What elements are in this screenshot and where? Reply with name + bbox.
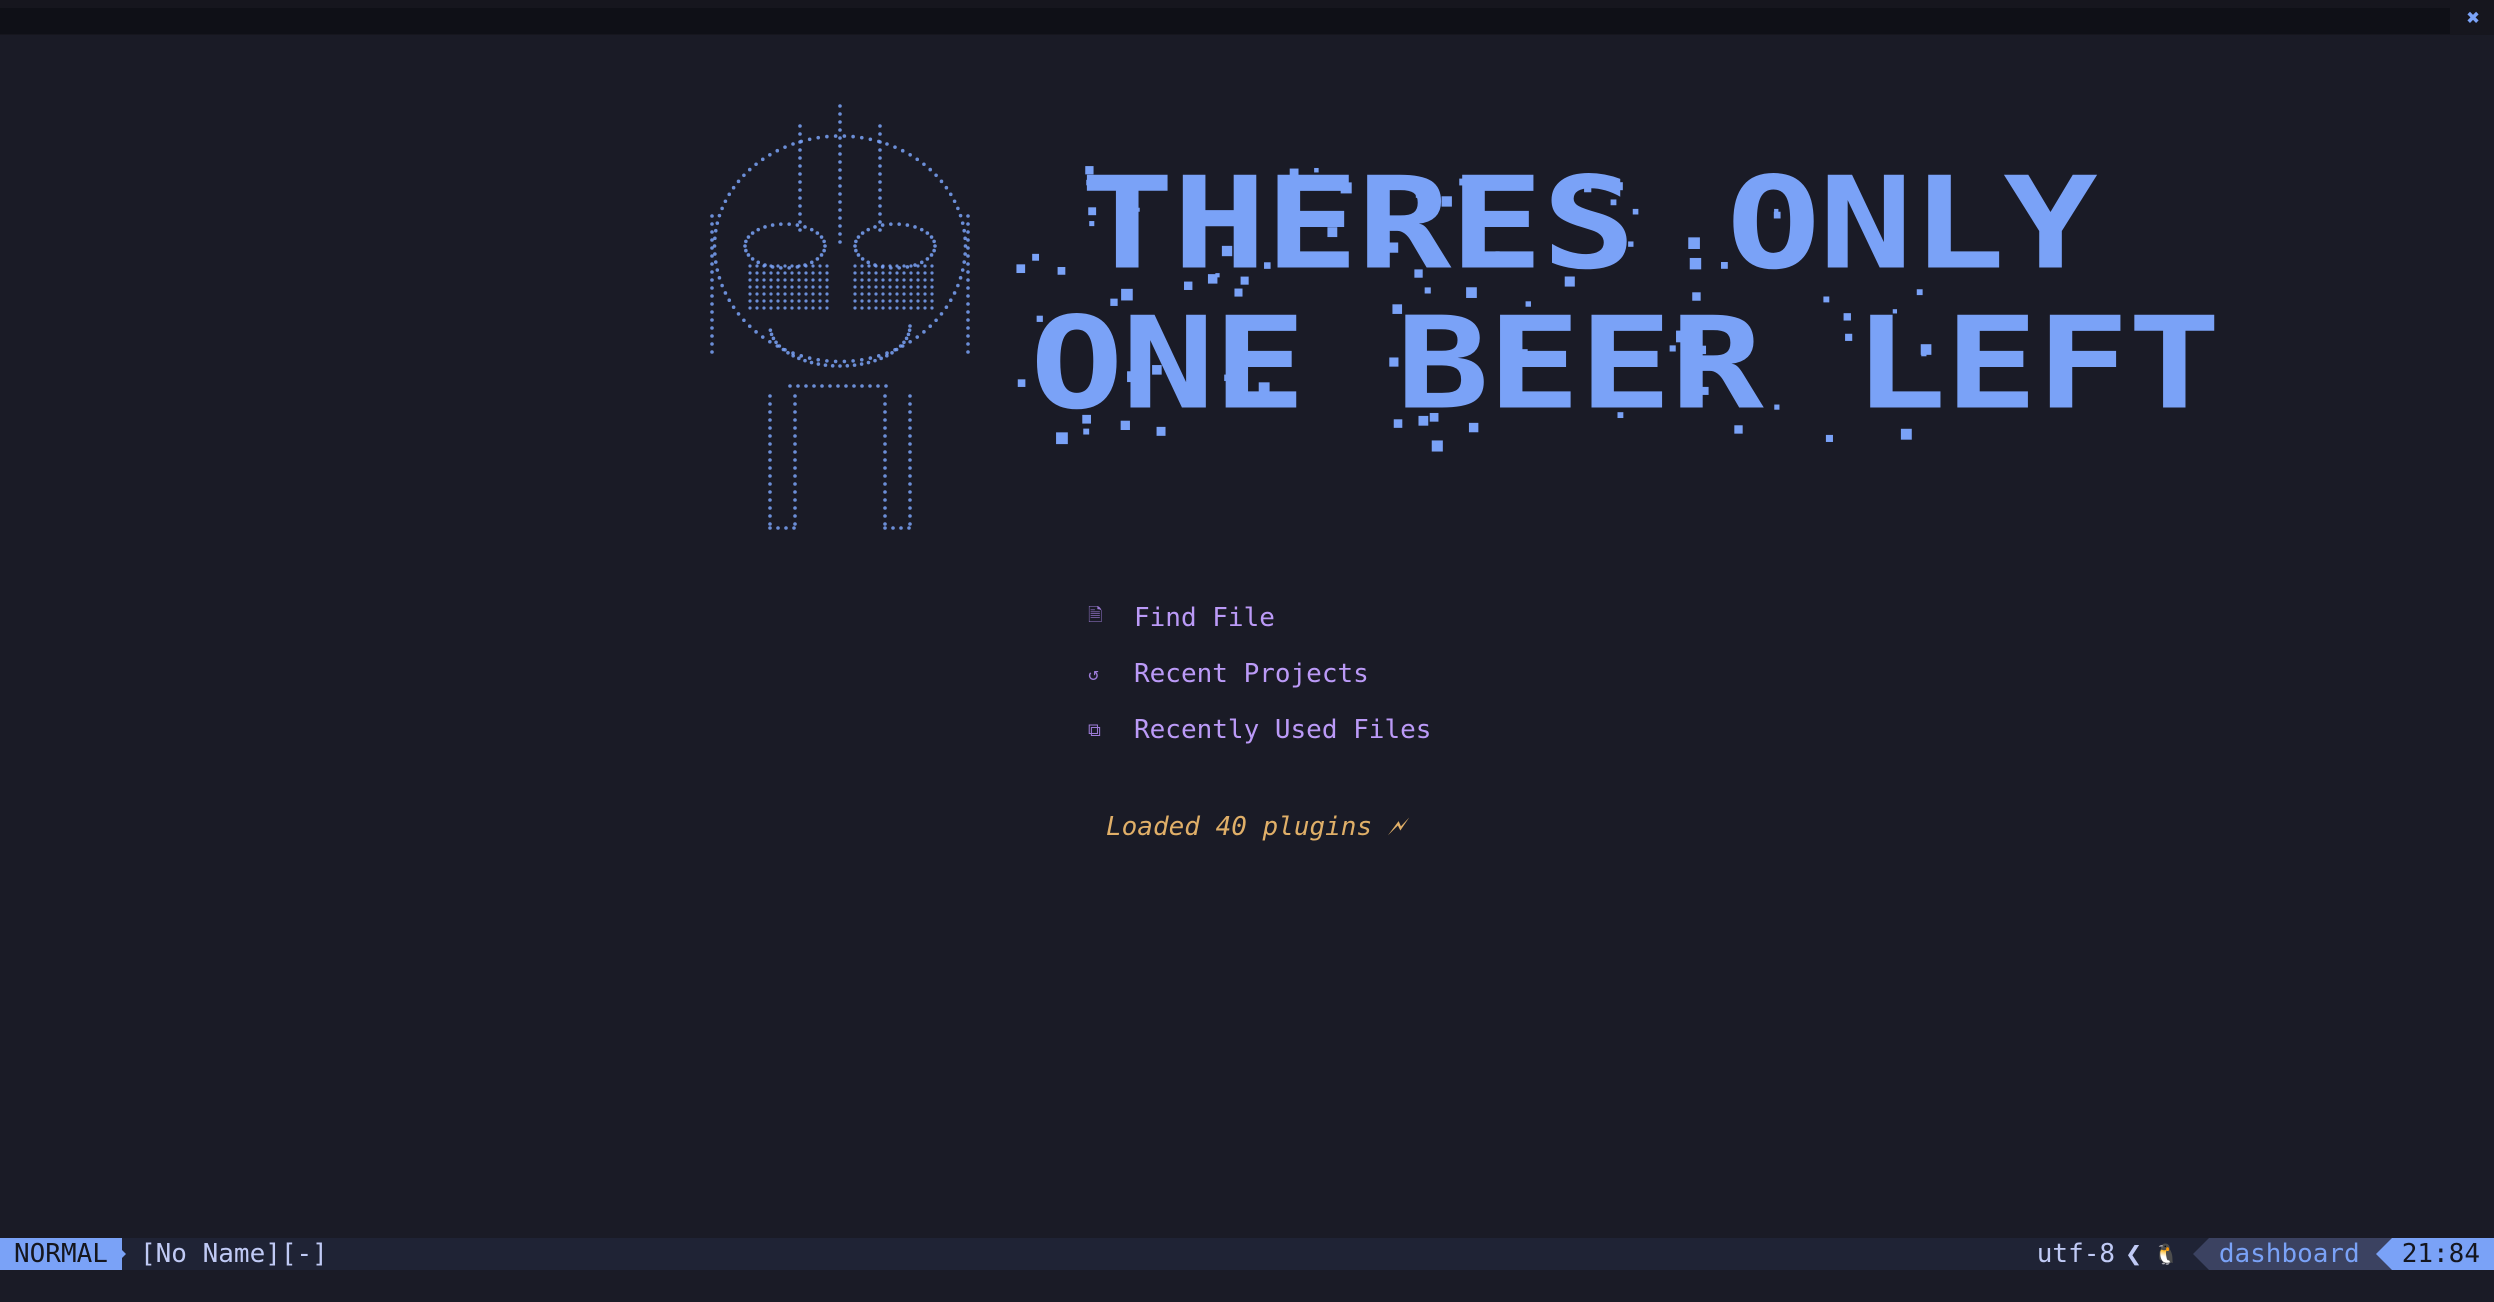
separator-icon: ❮: [2125, 1237, 2142, 1270]
mask-ascii-art: [710, 104, 970, 530]
menu-item-recent-projects[interactable]: ↺ Recent Projects: [1088, 646, 1431, 702]
history-icon: ↺: [1088, 663, 1099, 685]
tabline: ✖: [0, 0, 2494, 35]
position-separator: [2375, 1238, 2392, 1270]
cursor-position: 21:84: [2391, 1238, 2494, 1270]
file-type: dashboard: [2208, 1238, 2376, 1270]
tabline-bar: [0, 8, 2450, 34]
linux-icon: 🐧: [2153, 1242, 2179, 1266]
close-icon[interactable]: ✖: [2467, 6, 2480, 32]
menu-item-recently-used-files[interactable]: ⧉ Recently Used Files: [1088, 702, 1431, 758]
file-encoding: utf-8: [2036, 1239, 2116, 1269]
plugins-loaded-footer: Loaded 40 plugins 🗲: [1106, 812, 1406, 842]
dashboard-menu: 🗎 Find File ↺ Recent Projects ⧉ Recently…: [1088, 590, 1431, 758]
file-name: [No Name][-]: [140, 1239, 328, 1269]
statusline: NORMAL [No Name][-] utf-8 ❮ 🐧 dashboard …: [0, 1238, 2494, 1270]
mode-indicator: NORMAL: [0, 1238, 122, 1270]
mode-separator: [110, 1238, 126, 1270]
menu-item-label: Recently Used Files: [1134, 715, 1432, 745]
files-icon: ⧉: [1088, 719, 1101, 741]
title-glitch-dots: [1016, 166, 1932, 452]
menu-item-label: Recent Projects: [1134, 659, 1369, 689]
filetype-separator: [2192, 1238, 2209, 1270]
menu-item-find-file[interactable]: 🗎 Find File: [1088, 590, 1431, 646]
menu-item-label: Find File: [1134, 603, 1275, 633]
header-title-art: THERES ONLY ONE BEER LEFT: [1010, 160, 2221, 460]
statusline-right: utf-8 ❮ 🐧 dashboard 21:84: [2037, 1238, 2494, 1270]
file-icon: 🗎: [1088, 605, 1103, 626]
